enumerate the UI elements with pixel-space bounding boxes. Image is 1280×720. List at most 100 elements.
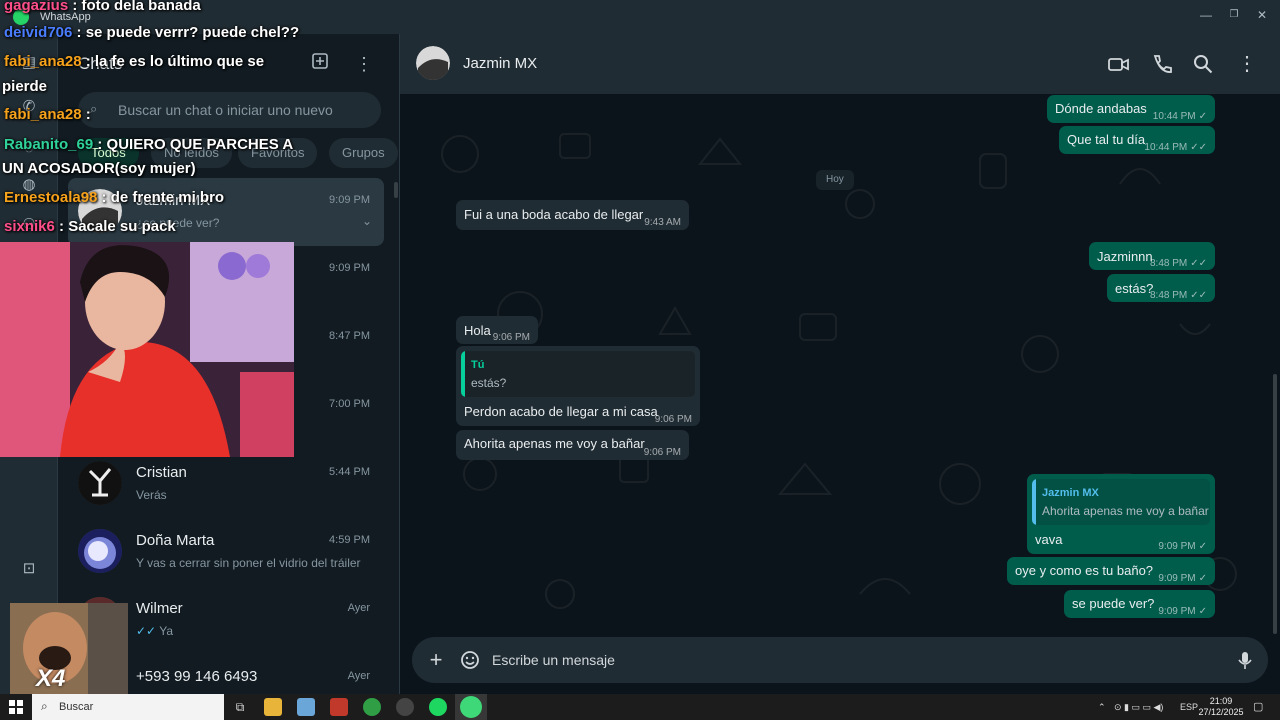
message-meta: 8:48 PM ✓✓ [1149,258,1207,269]
sticker-icon[interactable] [459,649,481,671]
stream-chat-line: fabi_ana28 : la fe es lo último que se [4,53,265,70]
file-explorer-icon[interactable] [264,698,282,716]
chat-time: 4:59 PM [329,534,370,546]
quoted-text: estás? [471,376,507,390]
chat-preview: ✓✓ Ya [136,624,174,638]
language-indicator[interactable]: ESP [1180,702,1198,712]
delivered-ticks-icon: ✓✓ [1190,258,1207,269]
spotify-icon[interactable] [429,698,447,716]
message-outgoing[interactable]: Dónde andabas 10:44 PM ✓ [1047,95,1215,123]
message-incoming-reply[interactable]: Tú estás? Perdon acabo de llegar a mi ca… [456,346,700,426]
avatar [78,461,122,505]
message-incoming[interactable]: Hola 9:06 PM [456,316,538,344]
message-meta: 9:06 PM [654,414,692,425]
quoted-text: Ahorita apenas me voy a bañar [1042,504,1209,518]
windows-start-icon[interactable] [9,700,23,714]
chat-time: 8:47 PM [329,330,370,342]
message-outgoing[interactable]: Que tal tu día 10:44 PM ✓✓ [1059,126,1215,154]
quoted-message[interactable]: Tú estás? [461,351,695,397]
app-icon[interactable] [330,698,348,716]
message-incoming[interactable]: Fui a una boda acabo de llegar 9:43 AM [456,200,689,230]
message-outgoing[interactable]: oye y como es tu baño? 9:09 PM ✓ [1007,557,1215,585]
sent-tick-icon: ✓ [1198,111,1207,122]
message-outgoing[interactable]: Jazminnn 8:48 PM ✓✓ [1089,242,1215,270]
message-meta: 9:09 PM ✓ [1158,541,1207,552]
chat-name: +593 99 146 6493 [136,668,258,685]
chat-item-cristian[interactable]: Cristian Verás 5:44 PM [68,450,384,518]
message-meta: 9:06 PM [492,332,530,343]
search-icon: ⌕ [41,699,48,713]
search-icon[interactable] [1190,51,1216,77]
notes-app-icon[interactable] [297,698,315,716]
tray-chevron-icon[interactable]: ⌃ [1098,702,1106,713]
delivered-ticks-icon: ✓✓ [1190,290,1207,301]
conversation-header: Jazmin MX ⋮ [400,34,1280,94]
message-outgoing[interactable]: estás? 8:48 PM ✓✓ [1107,274,1215,302]
chat-preview: Y vas a cerrar sin poner el vidrio del t… [136,556,361,570]
message-meta: 10:44 PM ✓✓ [1144,142,1207,153]
reaction-cam-overlay: X4 [10,603,128,694]
day-separator: Hoy [816,170,854,190]
stream-chat-line: sixnik6 : Sacale su pack [4,218,176,235]
conversation-scrollbar[interactable] [1273,374,1277,634]
meta-ai-icon[interactable]: ⊡ [18,558,40,580]
message-meta: 9:06 PM [643,447,681,458]
message-outgoing-reply[interactable]: Jazmin MX Ahorita apenas me voy a bañar … [1027,474,1215,554]
whatsapp-window: WhatsApp — ❐ ✕ ▤ ✆ ◌ ◍ ⚇ ⊡ Chats ⋮ ⌕ Tod… [0,0,1280,720]
multiplier-text: X4 [36,665,66,692]
notifications-icon[interactable]: ▢ [1253,700,1263,713]
taskbar-search[interactable]: ⌕ Buscar [32,694,224,720]
active-app-highlight [455,694,487,720]
chat-name: Cristian [136,464,187,481]
stream-chat-line: UN ACOSADOR(soy mujer) [2,160,196,177]
stream-chat-line: fabi_ana28 : [4,106,91,123]
quoted-message[interactable]: Jazmin MX Ahorita apenas me voy a bañar [1032,479,1210,525]
chat-item-dona-marta[interactable]: Doña Marta Y vas a cerrar sin poner el v… [68,518,384,586]
minimize-icon[interactable]: — [1195,4,1217,26]
stream-chat-line: Rabanito_69 : QUIERO QUE PARCHES A [4,136,294,153]
chat-time: 9:09 PM [329,262,370,274]
sent-tick-icon: ✓ [1198,573,1207,584]
sent-tick-icon: ✓ [1198,606,1207,617]
stream-chat-line: pierde [2,78,48,95]
chat-name: Wilmer [136,600,183,617]
chrome-icon[interactable] [363,698,381,716]
tray-icons[interactable]: ⊙ ▮ ▭ ▭ ◀) [1114,702,1163,713]
stream-chat-line: deivid706 : se puede verrr? puede chel?? [4,24,300,41]
menu-icon[interactable]: ⋮ [1234,51,1260,77]
chat-name: Doña Marta [136,532,215,549]
video-call-icon[interactable] [1105,51,1131,77]
sent-tick-icon: ✓ [1198,541,1207,552]
chat-preview: Verás [136,488,167,502]
message-outgoing[interactable]: se puede ver? 9:09 PM ✓ [1064,590,1215,618]
chat-time: 5:44 PM [329,466,370,478]
message-meta: 10:44 PM ✓ [1152,111,1207,122]
read-ticks-icon: ✓✓ [136,624,157,638]
maximize-icon[interactable]: ❐ [1223,4,1245,26]
message-meta: 9:09 PM ✓ [1158,573,1207,584]
taskbar-clock[interactable]: 21:09 27/12/2025 [1198,696,1244,718]
chat-time: Ayer [347,602,370,614]
stream-chat-line: gagazius : foto dela banada [4,0,201,14]
avatar [78,529,122,573]
delivered-ticks-icon: ✓✓ [1190,142,1207,153]
app-icon-2[interactable] [396,698,414,716]
message-incoming[interactable]: Ahorita apenas me voy a bañar 9:06 PM [456,430,689,460]
message-meta: 9:09 PM ✓ [1158,606,1207,617]
stream-chat-line: Ernestoala98 : de frente mi bro [4,189,225,206]
close-icon[interactable]: ✕ [1251,4,1273,26]
voice-call-icon[interactable] [1148,51,1174,77]
message-meta: 8:48 PM ✓✓ [1149,290,1207,301]
windows-taskbar: ⌕ Buscar ⧉ ⌃ ⊙ ▮ ▭ ▭ ◀) ESP 21:09 27/12/… [0,694,1280,720]
quoted-author: Tú [471,359,485,371]
contact-avatar[interactable] [416,46,450,80]
message-input[interactable] [492,650,1212,670]
chat-time: Ayer [347,670,370,682]
plus-icon[interactable]: + [424,648,448,672]
message-composer: + [412,637,1268,683]
conversation-panel: Jazmin MX ⋮ Dónde andabas 10:44 PM ✓ Que … [400,34,1280,694]
contact-name[interactable]: Jazmin MX [463,55,537,72]
task-view-icon[interactable]: ⧉ [231,698,249,716]
mic-icon[interactable] [1234,649,1256,671]
message-meta: 9:43 AM [644,217,681,228]
